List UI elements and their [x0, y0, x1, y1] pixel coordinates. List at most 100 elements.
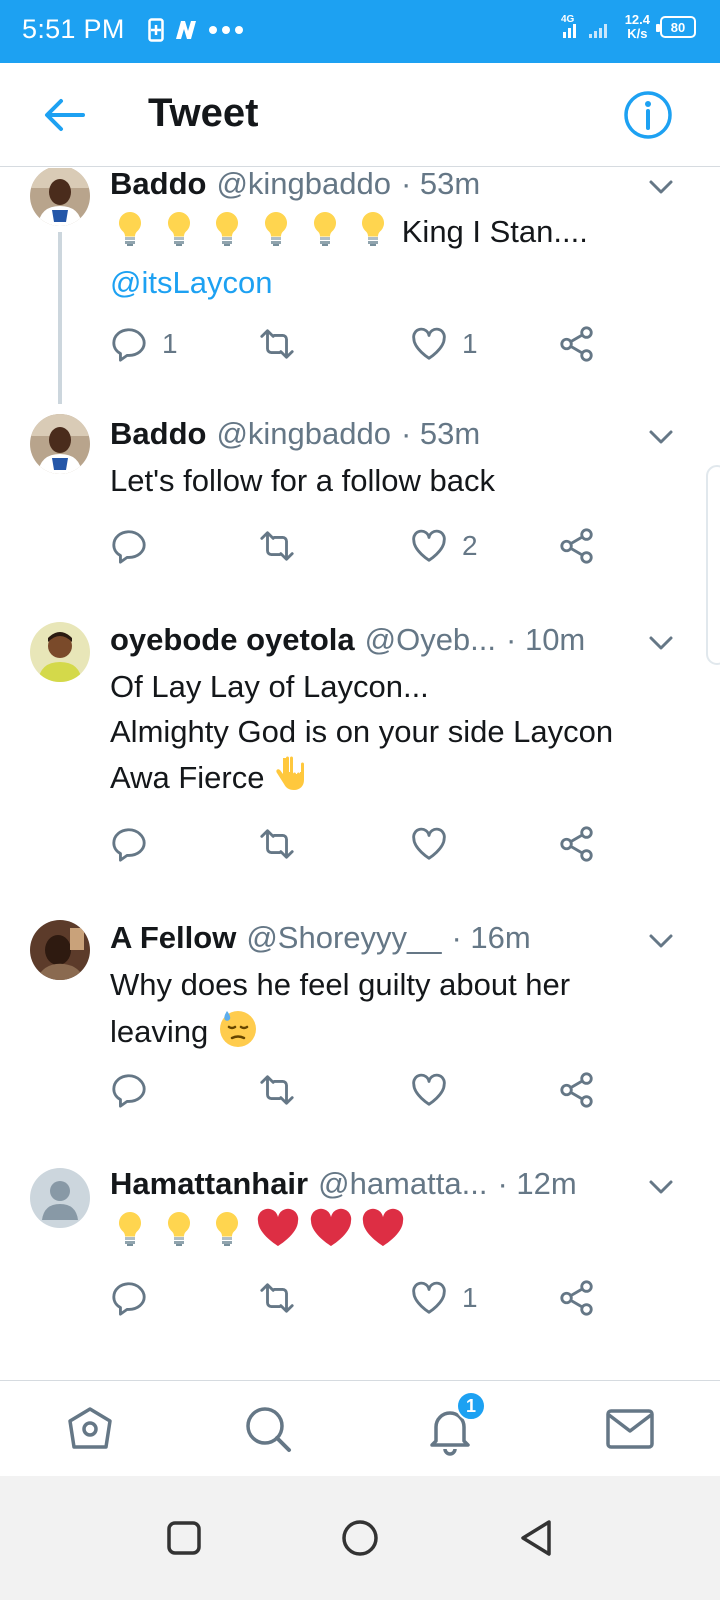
share-button[interactable]: [558, 526, 596, 566]
nav-messages[interactable]: [600, 1399, 660, 1459]
avatar[interactable]: [30, 622, 90, 682]
tweet-author-handle[interactable]: @hamatta...: [318, 1166, 487, 1202]
chevron-down-icon[interactable]: [646, 1172, 676, 1202]
red-heart-emoji: [309, 1208, 353, 1260]
heart-icon: [412, 1281, 446, 1314]
reply-button[interactable]: [110, 526, 162, 566]
lightbulb-emoji: [110, 208, 150, 260]
back-triangle-icon: [521, 1520, 551, 1556]
heart-icon: [412, 827, 446, 860]
avatar[interactable]: [30, 1168, 90, 1228]
retweet-icon: [260, 1075, 294, 1105]
avatar[interactable]: [30, 168, 90, 226]
like-button[interactable]: 1: [410, 1278, 478, 1318]
share-button[interactable]: [558, 1070, 596, 1110]
lightbulb-emoji: [159, 208, 199, 260]
like-count: 1: [462, 328, 478, 359]
reply-button[interactable]: [110, 1070, 162, 1110]
downcast-face-with-sweat-emoji: [217, 1007, 259, 1061]
retweet-button[interactable]: [258, 526, 310, 566]
reply-button[interactable]: [110, 1278, 162, 1318]
replies-list[interactable]: Baddo @kingbaddo · 53m King I Stan.... @…: [0, 168, 720, 1380]
tweet-text: King I Stan.... @itsLaycon: [110, 208, 680, 305]
tweet-header: oyebode oyetola @Oyeb... · 10m: [110, 622, 640, 658]
tweet-text-line: Of Lay Lay of Laycon...: [110, 669, 429, 704]
tweet-time: · 12m: [497, 1166, 577, 1201]
like-button[interactable]: [410, 1070, 462, 1110]
nav-search[interactable]: [238, 1399, 298, 1459]
info-button[interactable]: [622, 89, 674, 141]
tweet-header: A Fellow @Shoreyyy__ · 16m: [110, 920, 640, 956]
chevron-down-icon[interactable]: [646, 926, 676, 956]
chevron-down-icon[interactable]: [646, 422, 676, 452]
red-heart-emoji: [256, 1208, 300, 1260]
info-icon: [624, 91, 672, 139]
tweet-item[interactable]: Baddo @kingbaddo · 53m King I Stan.... @…: [0, 168, 720, 404]
status-left-icons: [148, 18, 244, 42]
recents-button[interactable]: [158, 1512, 210, 1564]
lightbulb-emoji: [110, 1208, 150, 1260]
tweet-author-handle[interactable]: @kingbaddo: [216, 168, 391, 202]
tweet-author-name[interactable]: Hamattanhair: [110, 1166, 308, 1202]
tweet-item[interactable]: A Fellow @Shoreyyy__ · 16m Why does he f…: [0, 920, 720, 1130]
share-button[interactable]: [558, 824, 596, 864]
lightbulb-emoji: [353, 208, 393, 260]
tweet-item[interactable]: Baddo @kingbaddo · 53m Let's follow for …: [0, 414, 720, 594]
tweet-text-content: King I Stan....: [401, 214, 588, 250]
share-icon: [560, 528, 593, 564]
back-system-button[interactable]: [510, 1512, 562, 1564]
back-button[interactable]: [38, 89, 90, 141]
tweet-text: Why does he feel guilty about her leavin…: [110, 962, 680, 1061]
tweet-author-handle[interactable]: @Oyeb...: [365, 622, 496, 658]
chevron-down-icon[interactable]: [646, 628, 676, 658]
share-button[interactable]: [558, 1278, 596, 1318]
avatar[interactable]: [30, 920, 90, 980]
search-icon: [246, 1407, 291, 1452]
reply-count: 1: [162, 328, 178, 359]
tweet-actions: 1 1: [110, 324, 610, 364]
reply-icon: [112, 328, 146, 362]
chevron-down-icon[interactable]: [646, 172, 676, 202]
signal-icon: 4G: [561, 14, 607, 38]
retweet-button[interactable]: [258, 1278, 310, 1318]
home-system-button[interactable]: [334, 1512, 386, 1564]
back-arrow-icon: [45, 99, 85, 131]
tweet-author-handle[interactable]: @kingbaddo: [216, 416, 391, 452]
tweet-author-name[interactable]: oyebode oyetola: [110, 622, 355, 658]
tweet-time: · 53m: [400, 168, 481, 201]
tweet-header: Hamattanhair @hamatta... · 12m: [110, 1166, 640, 1202]
retweet-icon: [260, 1283, 294, 1313]
nav-home[interactable]: [60, 1399, 120, 1459]
tweet-author-handle[interactable]: @Shoreyyy__: [246, 920, 441, 956]
status-right-icons: 4G 12.4 K/s 80: [561, 12, 696, 42]
tweet-actions: 2: [110, 526, 610, 566]
retweet-button[interactable]: [258, 1070, 310, 1110]
tweet-item[interactable]: Hamattanhair @hamatta... · 12m 1: [0, 1166, 720, 1348]
recents-square-icon: [167, 1521, 201, 1555]
reply-button[interactable]: [110, 824, 162, 864]
sim-icon: [148, 18, 164, 42]
tweet-actions: [110, 1070, 610, 1110]
like-button[interactable]: [410, 824, 462, 864]
retweet-button[interactable]: [258, 824, 310, 864]
edge-panel-handle[interactable]: [706, 465, 720, 665]
share-icon: [560, 826, 593, 862]
like-button[interactable]: 2: [410, 526, 478, 566]
share-button[interactable]: [558, 324, 596, 364]
share-icon: [560, 1072, 593, 1108]
tweet-author-name[interactable]: A Fellow: [110, 920, 236, 956]
like-button[interactable]: 1: [410, 324, 478, 364]
reply-button[interactable]: 1: [110, 324, 178, 364]
app-n-icon: [176, 21, 196, 39]
tweet-author-name[interactable]: Baddo: [110, 416, 206, 452]
avatar[interactable]: [30, 414, 90, 474]
mention-link[interactable]: @itsLaycon: [110, 265, 272, 300]
tweet-author-name[interactable]: Baddo: [110, 168, 206, 202]
retweet-button[interactable]: [258, 324, 310, 364]
rock-on-hand-emoji: [273, 754, 311, 806]
notification-badge: 1: [456, 1391, 486, 1421]
tweet-text-content: Let's follow for a follow back: [110, 463, 495, 498]
tweet-item[interactable]: oyebode oyetola @Oyeb... · 10m Of Lay La…: [0, 622, 720, 882]
network-speed-value: 12.4: [624, 12, 650, 27]
tweet-header: Baddo @kingbaddo · 53m: [110, 416, 640, 452]
